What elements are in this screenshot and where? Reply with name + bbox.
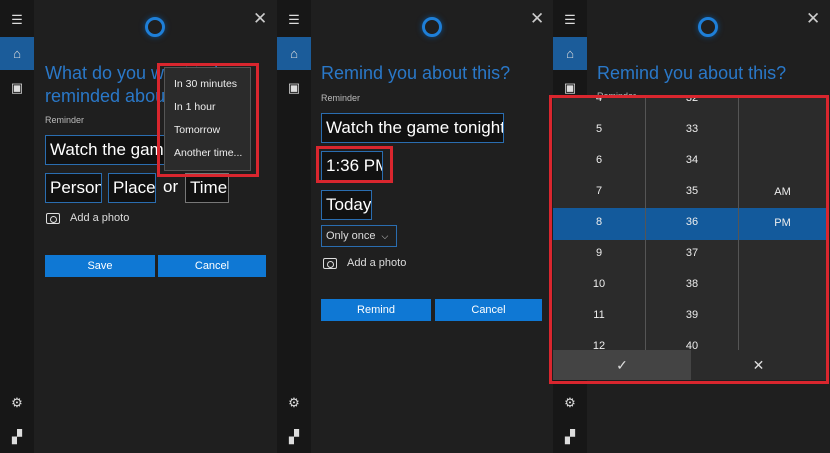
add-photo-label: Add a photo bbox=[347, 257, 407, 269]
person-chip[interactable]: Person bbox=[45, 173, 102, 203]
camera-icon bbox=[323, 257, 337, 269]
camera-icon bbox=[46, 212, 60, 224]
hamburger-icon[interactable]: ☰ bbox=[553, 3, 587, 36]
notebook-icon[interactable]: ▣ bbox=[0, 71, 34, 104]
home-icon[interactable]: ⌂ bbox=[0, 37, 34, 70]
page-title: Remind you about this? bbox=[597, 63, 787, 83]
repeat-value: Only once bbox=[326, 230, 376, 242]
gear-icon[interactable]: ⚙ bbox=[553, 386, 587, 419]
home-icon[interactable]: ⌂ bbox=[553, 37, 587, 70]
panel-reminder-details: ☰ ⌂ ▣ ⚙ ▞ ✕ Remind you about this? Remin… bbox=[277, 0, 553, 453]
notebook-icon[interactable]: ▣ bbox=[277, 71, 311, 104]
save-button[interactable]: Save bbox=[45, 255, 155, 277]
chevron-down-icon: ⌵ bbox=[381, 230, 389, 241]
cortana-icon bbox=[422, 17, 442, 37]
close-icon[interactable]: ✕ bbox=[530, 9, 544, 29]
hamburger-icon[interactable]: ☰ bbox=[0, 3, 34, 36]
add-photo-button[interactable]: Add a photo bbox=[323, 257, 406, 269]
sidebar: ☰ ⌂ ▣ ⚙ ▞ bbox=[0, 0, 34, 453]
gear-icon[interactable]: ⚙ bbox=[0, 386, 34, 419]
add-photo-label: Add a photo bbox=[70, 212, 130, 224]
gear-icon[interactable]: ⚙ bbox=[277, 386, 311, 419]
reminder-input[interactable]: Watch the game tonight bbox=[45, 135, 175, 165]
sidebar: ☰ ⌂ ▣ ⚙ ▞ bbox=[277, 0, 311, 453]
highlight-box bbox=[549, 95, 829, 384]
date-field[interactable]: Today bbox=[321, 190, 372, 220]
home-icon[interactable]: ⌂ bbox=[277, 37, 311, 70]
repeat-select[interactable]: Only once ⌵ bbox=[321, 225, 397, 247]
reminder-input[interactable]: Watch the game tonight bbox=[321, 113, 504, 143]
close-icon[interactable]: ✕ bbox=[253, 9, 267, 29]
feedback-icon[interactable]: ▞ bbox=[277, 420, 311, 453]
time-chip[interactable]: Time bbox=[185, 173, 229, 203]
feedback-icon[interactable]: ▞ bbox=[553, 420, 587, 453]
cortana-icon bbox=[145, 17, 165, 37]
reminder-label: Reminder bbox=[45, 115, 85, 125]
or-text: or bbox=[163, 177, 179, 196]
cancel-button[interactable]: Cancel bbox=[158, 255, 266, 277]
hamburger-icon[interactable]: ☰ bbox=[277, 3, 311, 36]
remind-button[interactable]: Remind bbox=[321, 299, 431, 321]
cancel-button[interactable]: Cancel bbox=[435, 299, 542, 321]
page-title: Remind you about this? bbox=[321, 63, 511, 83]
reminder-label: Reminder bbox=[321, 93, 361, 103]
panel-reminder-time-menu: ☰ ⌂ ▣ ⚙ ▞ ✕ What do you want to be remin… bbox=[0, 0, 277, 453]
feedback-icon[interactable]: ▞ bbox=[0, 420, 34, 453]
highlight-box bbox=[316, 146, 393, 183]
place-chip[interactable]: Place bbox=[108, 173, 156, 203]
close-icon[interactable]: ✕ bbox=[806, 9, 820, 29]
highlight-box bbox=[157, 63, 259, 177]
add-photo-button[interactable]: Add a photo bbox=[46, 212, 129, 224]
cortana-icon bbox=[698, 17, 718, 37]
